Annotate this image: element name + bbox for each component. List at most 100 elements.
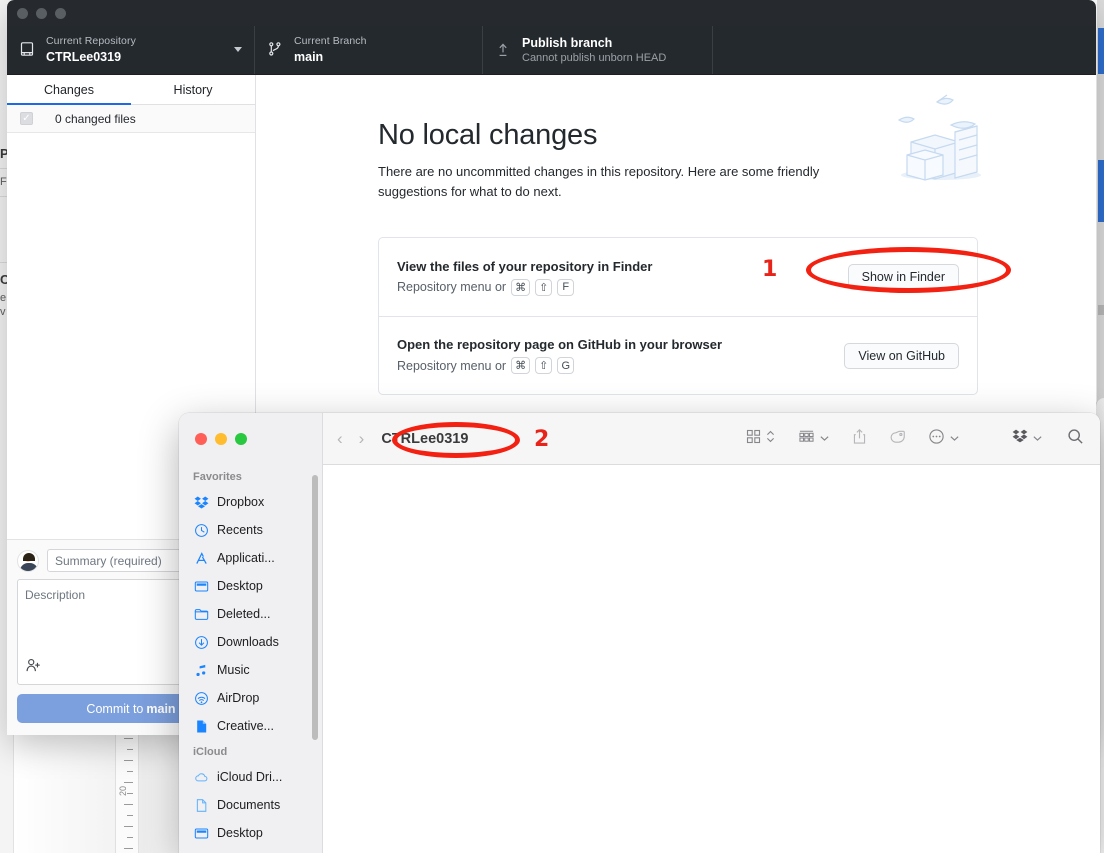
publish-branch-button[interactable]: Publish branch Cannot publish unborn HEA… [483, 26, 713, 74]
sidebar-item-label: Deleted... [217, 607, 271, 621]
finder-file-area[interactable] [323, 465, 1100, 853]
folder-icon [193, 606, 209, 622]
sidebar-scrollbar[interactable] [312, 475, 318, 740]
background-right-accent-1 [1098, 28, 1104, 74]
sidebar-item-recents[interactable]: Recents [179, 516, 322, 544]
cloud-icon [193, 769, 209, 785]
page-description: There are no uncommitted changes in this… [378, 164, 820, 200]
current-branch-button[interactable]: Current Branch main [255, 26, 483, 74]
current-repository-button[interactable]: Current Repository CTRLee0319 [7, 26, 255, 74]
back-button[interactable]: ‹ [337, 429, 343, 449]
finder-content: ‹ › CTRLee0319 [323, 413, 1100, 853]
publish-branch-subtitle: Cannot publish unborn HEAD [522, 51, 667, 64]
suggestion-view-on-github: Open the repository page on GitHub in yo… [379, 316, 977, 394]
current-repository-value: CTRLee0319 [46, 49, 122, 64]
current-branch-value: main [294, 49, 324, 64]
suggestion-text-block: View the files of your repository in Fin… [397, 259, 652, 296]
sidebar-item-icloud-drive[interactable]: iCloud Dri... [179, 763, 322, 791]
finder-window: Favorites Dropbox Recents Applicati... D… [179, 413, 1100, 853]
search-button[interactable] [1067, 428, 1084, 450]
sidebar-item-dropbox[interactable]: Dropbox [179, 488, 322, 516]
sidebar-item-desktop-icloud[interactable]: Desktop [179, 819, 322, 847]
sidebar-group-icloud: iCloud [193, 746, 228, 758]
sidebar-item-label: Desktop [217, 826, 263, 840]
commit-button-branch: main [146, 701, 176, 716]
suggestion-hint-prefix: Repository menu or [397, 280, 507, 295]
branch-icon [267, 41, 283, 59]
show-in-finder-button[interactable]: Show in Finder [847, 264, 959, 291]
close-button[interactable] [17, 8, 28, 19]
sidebar-group-favorites: Favorites [193, 471, 242, 483]
sidebar-item-deleted[interactable]: Deleted... [179, 600, 322, 628]
suggestion-title: View the files of your repository in Fin… [397, 258, 653, 274]
grid-view-icon [746, 429, 761, 449]
downloads-icon [193, 634, 209, 650]
suggestion-show-in-finder: View the files of your repository in Fin… [379, 238, 977, 316]
minimize-button[interactable] [215, 433, 227, 445]
desktop-icon [193, 578, 209, 594]
suggestion-hint: Repository menu or ⌘ ⇧ G [397, 357, 722, 375]
key-command-icon: ⌘ [511, 357, 531, 375]
sidebar-item-documents[interactable]: Documents [179, 791, 322, 819]
finder-toolbar: ‹ › CTRLee0319 [323, 413, 1100, 465]
sidebar-item-applications[interactable]: Applicati... [179, 544, 322, 572]
sidebar-item-downloads[interactable]: Downloads [179, 628, 322, 656]
github-desktop-toolbar: Current Repository CTRLee0319 Current Br… [7, 26, 1096, 75]
sidebar-item-creative[interactable]: Creative... [179, 712, 322, 740]
screen: P Fi C e v 20 Current Repository CTRLee0… [0, 0, 1104, 853]
suggestion-text-block: Open the repository page on GitHub in yo… [397, 337, 722, 375]
tag-icon [889, 429, 906, 449]
zoom-button[interactable] [55, 8, 66, 19]
tab-changes-label: Changes [43, 82, 95, 97]
finder-nav-buttons: ‹ › [337, 429, 364, 449]
tab-changes[interactable]: Changes [7, 75, 131, 105]
changed-files-row[interactable]: ✓ 0 changed files [7, 105, 255, 133]
music-note-icon [193, 662, 209, 678]
background-ruler-number: 20 [118, 785, 128, 796]
sidebar-item-label: AirDrop [217, 691, 260, 705]
chevron-down-icon[interactable] [949, 434, 960, 444]
sidebar-item-label: Downloads [217, 635, 279, 649]
chevron-down-icon[interactable] [234, 47, 242, 52]
share-button[interactable] [852, 428, 867, 450]
dropbox-icon [1012, 428, 1028, 449]
finder-path-title[interactable]: CTRLee0319 [381, 431, 468, 447]
avatar [17, 549, 39, 572]
view-on-github-button[interactable]: View on GitHub [844, 342, 959, 369]
finder-traffic-lights[interactable] [195, 433, 247, 445]
key-g: G [557, 357, 575, 375]
changes-history-tabs: Changes History [7, 75, 255, 105]
commit-button-prefix: Commit to [86, 701, 144, 716]
checked-checkbox-icon[interactable]: ✓ [20, 112, 33, 125]
chevron-down-icon[interactable] [1032, 434, 1043, 444]
key-shift-icon: ⇧ [535, 357, 553, 375]
close-button[interactable] [195, 433, 207, 445]
publish-branch-title: Publish branch [522, 35, 613, 50]
airdrop-icon [193, 690, 209, 706]
chevron-down-icon[interactable] [819, 434, 830, 444]
sidebar-item-desktop[interactable]: Desktop [179, 572, 322, 600]
minimize-button[interactable] [36, 8, 47, 19]
document-icon [193, 797, 209, 813]
grid-view-button[interactable] [746, 429, 776, 449]
zoom-button[interactable] [235, 433, 247, 445]
sidebar-item-label: Applicati... [217, 551, 275, 565]
sort-updown-icon[interactable] [765, 429, 776, 449]
sidebar-item-music[interactable]: Music [179, 656, 322, 684]
repository-icon [19, 41, 35, 59]
more-actions-button[interactable] [928, 428, 960, 450]
tab-history[interactable]: History [131, 75, 255, 104]
annotation-number-1: 1 [762, 257, 778, 282]
document-icon [193, 718, 209, 734]
github-traffic-lights[interactable] [17, 8, 66, 19]
group-view-icon [798, 429, 815, 449]
group-view-button[interactable] [798, 429, 830, 449]
add-coauthor-icon[interactable] [25, 657, 42, 679]
dropbox-toolbar-button[interactable] [1012, 428, 1043, 449]
tag-button[interactable] [889, 429, 906, 449]
sidebar-item-airdrop[interactable]: AirDrop [179, 684, 322, 712]
upload-icon [495, 41, 511, 59]
commit-description-placeholder: Description [25, 588, 86, 602]
sidebar-item-label: Dropbox [217, 495, 265, 509]
forward-button[interactable]: › [359, 429, 365, 449]
